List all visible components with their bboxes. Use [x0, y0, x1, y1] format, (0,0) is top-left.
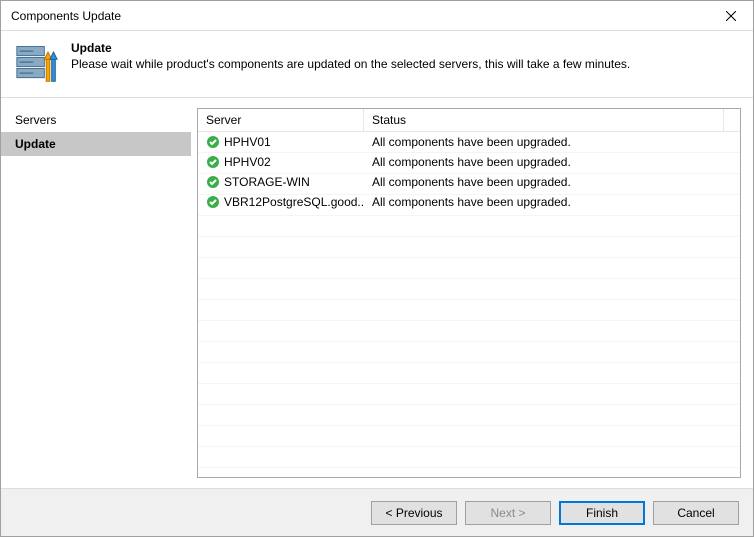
wizard-header: Update Please wait while product's compo…: [1, 31, 753, 98]
finish-button[interactable]: Finish: [559, 501, 645, 525]
dialog-window: Components Update Update Please wait whi…: [0, 0, 754, 537]
cell-server: STORAGE-WIN: [198, 175, 364, 189]
cell-server: HPHV01: [198, 135, 364, 149]
cancel-button[interactable]: Cancel: [653, 501, 739, 525]
grid-rows: HPHV01 All components have been upgraded…: [198, 132, 740, 477]
previous-button[interactable]: < Previous: [371, 501, 457, 525]
server-name: VBR12PostgreSQL.good...: [224, 195, 364, 209]
close-icon: [726, 11, 736, 21]
server-name: STORAGE-WIN: [224, 175, 310, 189]
column-header-server[interactable]: Server: [198, 109, 364, 131]
main-panel: Server Status HPHV01 All componen: [191, 98, 753, 488]
cell-status: All components have been upgraded.: [364, 135, 740, 149]
next-button: Next >: [465, 501, 551, 525]
step-update[interactable]: Update: [1, 132, 191, 156]
server-status-grid: Server Status HPHV01 All componen: [197, 108, 741, 478]
header-subtitle: Please wait while product's components a…: [71, 57, 630, 71]
step-servers[interactable]: Servers: [1, 108, 191, 132]
success-icon: [206, 175, 220, 189]
table-row[interactable]: STORAGE-WIN All components have been upg…: [198, 172, 740, 192]
grid-header: Server Status: [198, 109, 740, 132]
cell-status: All components have been upgraded.: [364, 175, 740, 189]
close-button[interactable]: [708, 1, 753, 30]
cell-server: VBR12PostgreSQL.good...: [198, 195, 364, 209]
cell-server: HPHV02: [198, 155, 364, 169]
table-row[interactable]: HPHV02 All components have been upgraded…: [198, 152, 740, 172]
column-header-status[interactable]: Status: [364, 109, 724, 131]
wizard-steps: Servers Update: [1, 98, 191, 488]
column-header-spacer: [724, 109, 740, 131]
success-icon: [206, 195, 220, 209]
update-server-icon: [15, 41, 59, 85]
server-name: HPHV02: [224, 155, 271, 169]
wizard-footer: < Previous Next > Finish Cancel: [1, 488, 753, 536]
cell-status: All components have been upgraded.: [364, 195, 740, 209]
success-icon: [206, 135, 220, 149]
wizard-body: Servers Update Server Status: [1, 98, 753, 488]
window-title: Components Update: [11, 9, 121, 23]
header-texts: Update Please wait while product's compo…: [71, 41, 630, 71]
cell-status: All components have been upgraded.: [364, 155, 740, 169]
table-row[interactable]: HPHV01 All components have been upgraded…: [198, 132, 740, 152]
server-name: HPHV01: [224, 135, 271, 149]
header-title: Update: [71, 41, 630, 55]
title-bar: Components Update: [1, 1, 753, 31]
table-row[interactable]: VBR12PostgreSQL.good... All components h…: [198, 192, 740, 212]
success-icon: [206, 155, 220, 169]
